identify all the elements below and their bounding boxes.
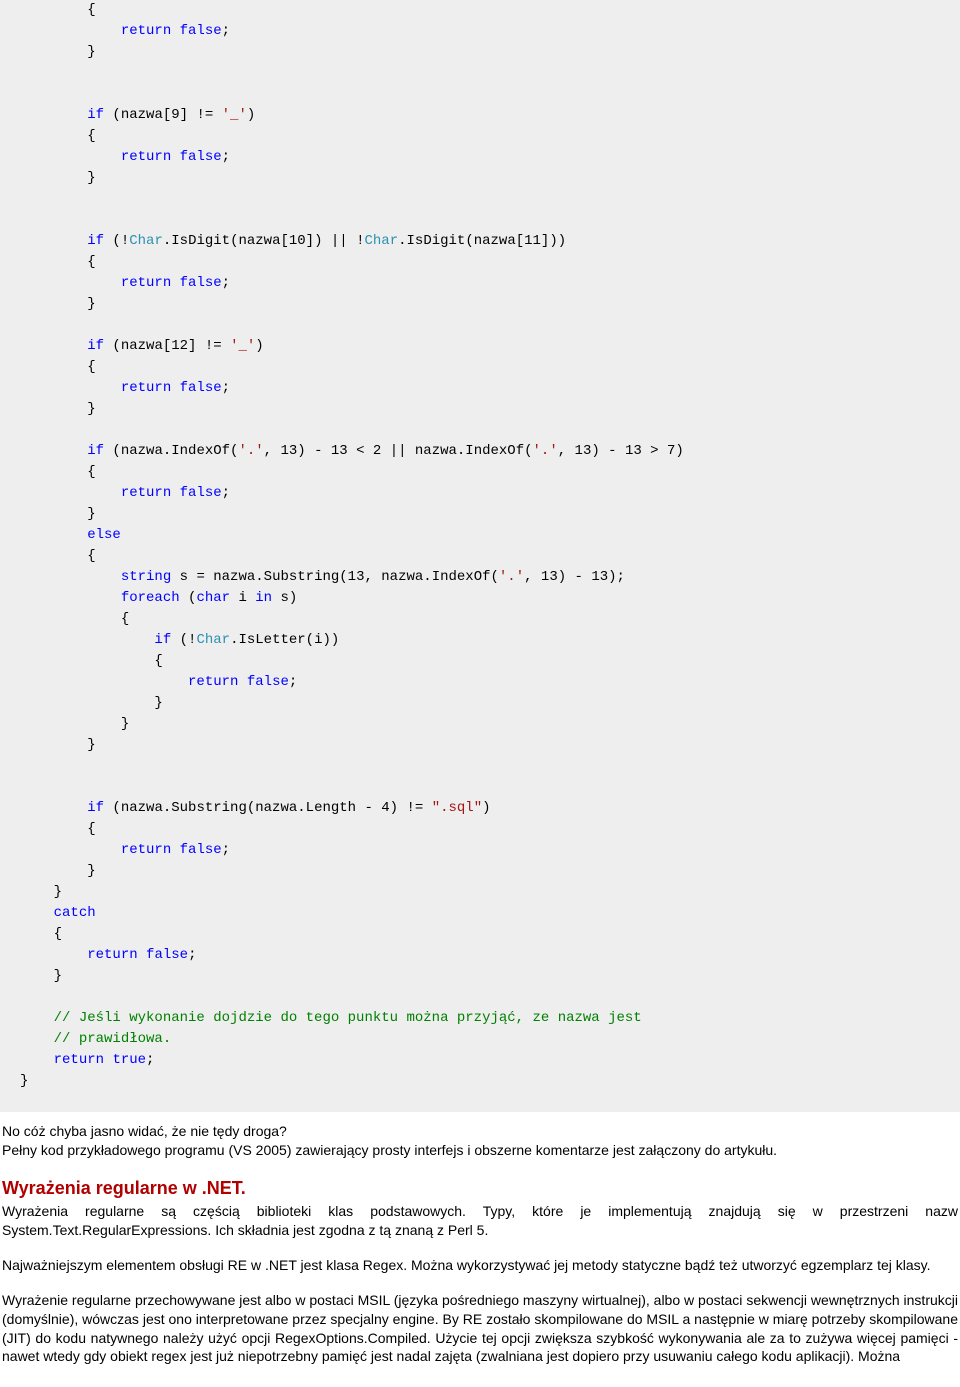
section-heading: Wyrażenia regularne w .NET.: [2, 1176, 958, 1200]
paragraph: Pełny kod przykładowego programu (VS 200…: [2, 1141, 958, 1160]
code-block: { return false; } if (nazwa[9] != '_') {…: [0, 0, 960, 1112]
paragraph: Wyrażenia regularne są częścią bibliotek…: [2, 1202, 958, 1240]
paragraph: No cóż chyba jasno widać, że nie tędy dr…: [2, 1122, 958, 1141]
paragraph: Najważniejszym elementem obsługi RE w .N…: [2, 1256, 958, 1275]
paragraph: Wyrażenie regularne przechowywane jest a…: [2, 1291, 958, 1367]
article-body: No cóż chyba jasno widać, że nie tędy dr…: [0, 1112, 960, 1366]
